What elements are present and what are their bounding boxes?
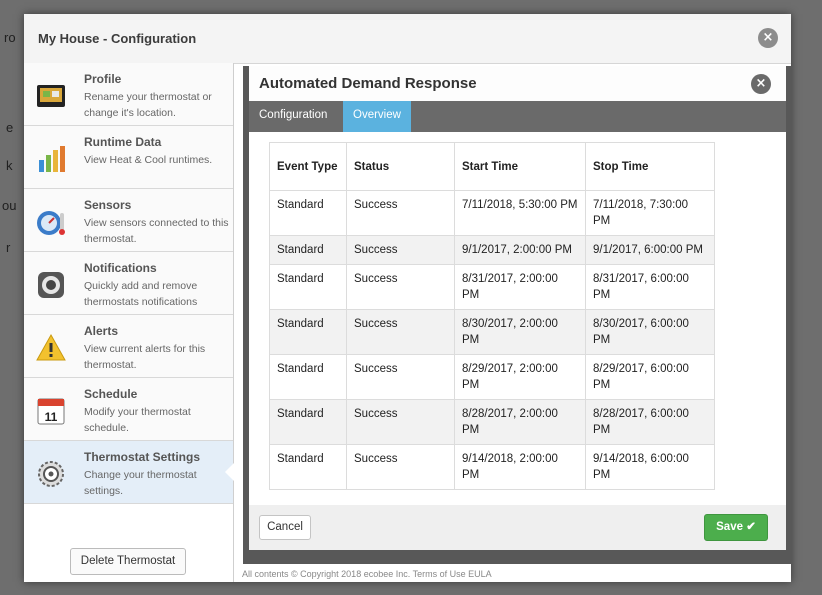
cell-stop-time: 7/11/2018, 7:30:00 PM [585,190,715,236]
close-icon[interactable]: × [751,74,771,94]
table-row: Standard Success 9/1/2017, 2:00:00 PM 9/… [269,235,715,265]
column-header-event-type: Event Type [269,142,347,191]
cell-stop-time: 8/28/2017, 6:00:00 PM [585,399,715,445]
cell-start-time: 8/30/2017, 2:00:00 PM [454,309,586,355]
calendar-day-label: 11 [45,410,58,424]
background-fragment: k [6,158,13,173]
cell-status: Success [346,190,455,236]
cell-status: Success [346,444,455,490]
cell-start-time: 9/14/2018, 2:00:00 PM [454,444,586,490]
table-row: Standard Success 7/11/2018, 5:30:00 PM 7… [269,190,715,236]
sidebar-item-notifications[interactable]: Notifications Quickly add and remove the… [24,252,233,315]
delete-thermostat-button[interactable]: Delete Thermostat [70,548,186,575]
cell-status: Success [346,264,455,310]
cell-stop-time: 9/14/2018, 6:00:00 PM [585,444,715,490]
cell-stop-time: 8/29/2017, 6:00:00 PM [585,354,715,400]
sidebar-item-title: Runtime Data [84,135,162,149]
sidebar-item-title: Schedule [84,387,138,401]
table-row: Standard Success 8/28/2017, 2:00:00 PM 8… [269,399,715,445]
cell-status: Success [346,399,455,445]
cell-event-type: Standard [269,190,347,236]
cell-event-type: Standard [269,354,347,400]
cell-start-time: 7/11/2018, 5:30:00 PM [454,190,586,236]
sidebar-item-thermostat-settings[interactable]: Thermostat Settings Change your thermost… [24,441,234,504]
background-fragment: e [6,120,14,135]
sidebar-item-title: Alerts [84,324,119,338]
sidebar: Profile Rename your thermostat or change… [24,63,234,582]
sidebar-item-description: Rename your thermostat or change it's lo… [84,91,212,119]
cell-stop-time: 8/31/2017, 6:00:00 PM [585,264,715,310]
sidebar-item-title: Notifications [84,261,157,275]
dialog-header: Automated Demand Response × [249,66,786,102]
column-header-status: Status [346,142,455,191]
cell-status: Success [346,354,455,400]
cancel-button[interactable]: Cancel [259,515,311,540]
dialog-footer: Cancel Save ✔ [249,505,786,550]
calendar-icon: 11 [37,398,65,425]
sensor-gauge-icon [37,211,65,235]
table-row: Standard Success 8/31/2017, 2:00:00 PM 8… [269,264,715,310]
cell-start-time: 8/31/2017, 2:00:00 PM [454,264,586,310]
bar-chart-icon [39,146,65,172]
background-fragment: r [6,240,11,255]
save-button[interactable]: Save ✔ [704,514,768,541]
cell-stop-time: 9/1/2017, 6:00:00 PM [585,235,715,265]
sidebar-item-sensors[interactable]: Sensors View sensors connected to this t… [24,189,233,252]
thermostat-icon [37,85,65,107]
sidebar-item-description: View current alerts for this thermostat. [84,343,206,371]
sidebar-item-description: Change your thermostat settings. [84,469,197,497]
cell-status: Success [346,235,455,265]
column-header-stop-time: Stop Time [585,142,715,191]
cell-start-time: 8/29/2017, 2:00:00 PM [454,354,586,400]
demand-response-dialog: Automated Demand Response × Configuratio… [243,66,792,564]
sidebar-item-schedule[interactable]: 11 Schedule Modify your thermostat sched… [24,378,233,441]
demand-response-table: Event Type Status Start Time Stop Time S… [269,142,715,490]
active-indicator-arrow [225,463,234,481]
cell-start-time: 8/28/2017, 2:00:00 PM [454,399,586,445]
sidebar-item-description: View Heat & Cool runtimes. [84,154,213,166]
table-row: Standard Success 9/14/2018, 2:00:00 PM 9… [269,444,715,490]
cell-event-type: Standard [269,399,347,445]
cell-event-type: Standard [269,235,347,265]
tab-configuration[interactable]: Configuration [249,101,337,132]
cell-status: Success [346,309,455,355]
cell-start-time: 9/1/2017, 2:00:00 PM [454,235,586,265]
configuration-modal: My House - Configuration × Profile Renam… [24,14,792,582]
sidebar-item-alerts[interactable]: Alerts View current alerts for this ther… [24,315,233,378]
close-icon[interactable]: × [758,28,778,48]
cell-event-type: Standard [269,309,347,355]
sidebar-item-runtime-data[interactable]: Runtime Data View Heat & Cool runtimes. [24,126,233,189]
cell-stop-time: 8/30/2017, 6:00:00 PM [585,309,715,355]
cell-event-type: Standard [269,264,347,310]
modal-header: My House - Configuration × [24,14,791,64]
dialog-content: Event Type Status Start Time Stop Time S… [249,132,786,505]
warning-icon [36,333,66,361]
settings-gear-icon [38,461,64,487]
sidebar-item-description: Quickly add and remove thermostats notif… [84,280,198,308]
column-header-start-time: Start Time [454,142,586,191]
sidebar-item-description: View sensors connected to this thermosta… [84,217,229,245]
sidebar-item-title: Profile [84,72,122,86]
notification-icon [38,272,64,298]
sidebar-item-profile[interactable]: Profile Rename your thermostat or change… [24,63,233,126]
tab-overview[interactable]: Overview [343,101,411,132]
page-footer-text: All contents © Copyright 2018 ecobee Inc… [242,569,492,579]
table-header-row: Event Type Status Start Time Stop Time [269,142,715,191]
table-row: Standard Success 8/30/2017, 2:00:00 PM 8… [269,309,715,355]
dialog-title: Automated Demand Response [259,75,477,92]
sidebar-item-title: Sensors [84,198,132,212]
table-row: Standard Success 8/29/2017, 2:00:00 PM 8… [269,354,715,400]
dialog-tabbar: Configuration Overview [249,101,786,132]
sidebar-item-title: Thermostat Settings [84,450,201,464]
modal-title: My House - Configuration [38,31,197,46]
background-fragment: ro [4,30,16,45]
sidebar-item-description: Modify your thermostat schedule. [84,406,191,434]
cell-event-type: Standard [269,444,347,490]
background-fragment: ou [2,198,17,213]
